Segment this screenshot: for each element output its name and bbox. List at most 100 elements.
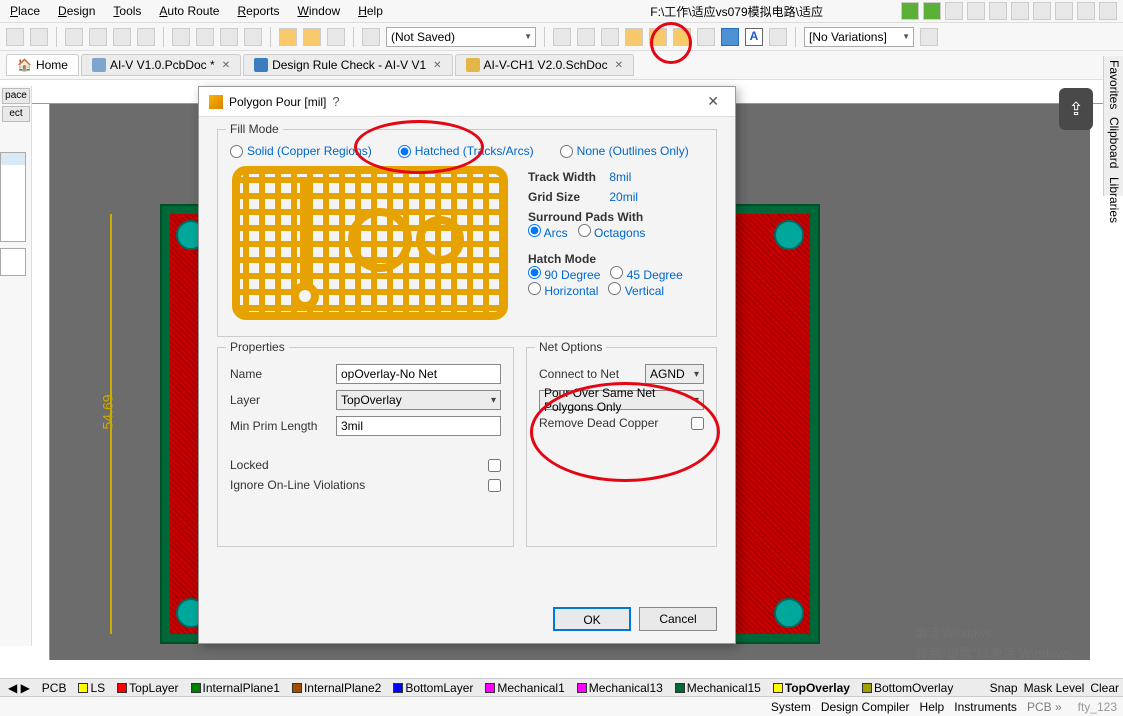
- toolbar-icon[interactable]: [1055, 2, 1073, 20]
- undo-icon[interactable]: [279, 28, 297, 46]
- toolbar-icon[interactable]: [1033, 2, 1051, 20]
- toolbar-icon[interactable]: [920, 28, 938, 46]
- radio-45[interactable]: 45 Degree: [610, 266, 682, 282]
- polygon-pour-icon[interactable]: [721, 28, 739, 46]
- panel-libraries[interactable]: Libraries: [1106, 177, 1121, 223]
- toolbar-icon[interactable]: [220, 28, 238, 46]
- toolbar-icon[interactable]: [137, 28, 155, 46]
- toolbar-icon[interactable]: [1011, 2, 1029, 20]
- polygon-icon: [209, 95, 223, 109]
- radio-octagons[interactable]: Octagons: [578, 224, 646, 240]
- layertab-m1[interactable]: Mechanical1: [481, 681, 568, 695]
- panel-favorites[interactable]: Favorites: [1106, 60, 1121, 109]
- toolbar-icon[interactable]: [65, 28, 83, 46]
- menu-reports[interactable]: Reports: [237, 4, 279, 18]
- close-icon[interactable]: ✕: [433, 60, 441, 71]
- ok-button[interactable]: OK: [553, 607, 631, 631]
- radio-none[interactable]: None (Outlines Only): [560, 144, 689, 158]
- radio-vert[interactable]: Vertical: [608, 282, 664, 298]
- layertab-m15[interactable]: Mechanical15: [671, 681, 765, 695]
- toolbar-icon[interactable]: [327, 28, 345, 46]
- panel-clipboard[interactable]: Clipboard: [1106, 117, 1121, 168]
- usb-device-icon[interactable]: ⇪: [1059, 88, 1093, 130]
- document-tabs: 🏠 Home AI-V V1.0.PcbDoc *✕ Design Rule C…: [0, 51, 1123, 80]
- variations-combo[interactable]: [No Variations]: [804, 27, 914, 47]
- select-rect-icon[interactable]: [172, 28, 190, 46]
- find-icon[interactable]: [362, 28, 380, 46]
- ignore-violations-checkbox[interactable]: [488, 479, 501, 492]
- panel-workspace[interactable]: pace: [2, 88, 30, 104]
- radio-hatched[interactable]: Hatched (Tracks/Arcs): [398, 144, 534, 158]
- toolbar-icon[interactable]: [553, 28, 571, 46]
- toolbar-icon[interactable]: [30, 28, 48, 46]
- tab-schdoc[interactable]: AI-V-CH1 V2.0.SchDoc✕: [455, 54, 634, 76]
- status-design-compiler[interactable]: Design Compiler: [821, 700, 910, 714]
- toolbar-icon[interactable]: [649, 28, 667, 46]
- min-prim-input[interactable]: [336, 416, 501, 436]
- toolbar-icon[interactable]: [196, 28, 214, 46]
- status-help[interactable]: Help: [920, 700, 945, 714]
- layertab-top[interactable]: TopLayer: [113, 681, 182, 695]
- tab-drc[interactable]: Design Rule Check - AI-V V1✕: [243, 54, 452, 76]
- toolbar-icon[interactable]: [967, 2, 985, 20]
- layertab-ip2[interactable]: InternalPlane2: [288, 681, 385, 695]
- status-snap[interactable]: Snap: [990, 681, 1018, 695]
- close-button[interactable]: ✕: [701, 93, 725, 110]
- radio-arcs[interactable]: Arcs: [528, 224, 568, 240]
- nav-fwd-icon[interactable]: [923, 2, 941, 20]
- layertab-ls[interactable]: LS: [74, 681, 109, 695]
- toolbar-icon[interactable]: [1099, 2, 1117, 20]
- track-width-value[interactable]: 8mil: [609, 170, 631, 184]
- connect-net-combo[interactable]: AGND: [645, 364, 704, 384]
- radio-solid[interactable]: Solid (Copper Regions): [230, 144, 372, 158]
- toolbar-icon[interactable]: [989, 2, 1007, 20]
- toolbar-icon[interactable]: [6, 28, 24, 46]
- close-icon[interactable]: ✕: [615, 60, 623, 71]
- cancel-button[interactable]: Cancel: [639, 607, 717, 631]
- radio-horiz[interactable]: Horizontal: [528, 282, 598, 298]
- layertab-m13[interactable]: Mechanical13: [573, 681, 667, 695]
- name-input[interactable]: [336, 364, 501, 384]
- toolbar-icon[interactable]: [673, 28, 691, 46]
- layertab-ip1[interactable]: InternalPlane1: [187, 681, 284, 695]
- pour-over-combo[interactable]: Pour Over Same Net Polygons Only: [539, 390, 704, 410]
- panel-project[interactable]: ect: [2, 106, 30, 122]
- remove-dead-copper-checkbox[interactable]: [691, 417, 704, 430]
- toolbar-icon[interactable]: [769, 28, 787, 46]
- menu-place[interactable]: Place: [10, 4, 40, 18]
- toolbar-icon[interactable]: [1077, 2, 1095, 20]
- redo-icon[interactable]: [303, 28, 321, 46]
- tab-home[interactable]: 🏠 Home: [6, 54, 79, 76]
- csdn-watermark: fty_123: [1078, 700, 1117, 714]
- help-icon[interactable]: ?: [326, 94, 345, 109]
- tab-pcbdoc[interactable]: AI-V V1.0.PcbDoc *✕: [81, 54, 241, 76]
- toolbar-icon[interactable]: [697, 28, 715, 46]
- status-instruments[interactable]: Instruments: [954, 700, 1017, 714]
- status-mask[interactable]: Mask Level: [1024, 681, 1085, 695]
- locked-checkbox[interactable]: [488, 459, 501, 472]
- toolbar-icon[interactable]: [625, 28, 643, 46]
- layer-combo[interactable]: TopOverlay: [336, 390, 501, 410]
- close-icon[interactable]: ✕: [222, 60, 230, 71]
- saved-state-combo[interactable]: (Not Saved): [386, 27, 536, 47]
- radio-90[interactable]: 90 Degree: [528, 266, 600, 282]
- layertab-bottomoverlay[interactable]: BottomOverlay: [858, 681, 957, 695]
- menu-design[interactable]: Design: [58, 4, 95, 18]
- toolbar-icon[interactable]: [89, 28, 107, 46]
- status-system[interactable]: System: [771, 700, 811, 714]
- status-clear[interactable]: Clear: [1090, 681, 1119, 695]
- toolbar-icon[interactable]: [601, 28, 619, 46]
- grid-size-value[interactable]: 20mil: [609, 190, 638, 204]
- menu-autoroute[interactable]: Auto Route: [159, 4, 219, 18]
- menu-window[interactable]: Window: [298, 4, 341, 18]
- layertab-pcb[interactable]: PCB: [38, 681, 71, 695]
- layertab-bottom[interactable]: BottomLayer: [389, 681, 477, 695]
- menu-help[interactable]: Help: [358, 4, 383, 18]
- nav-back-icon[interactable]: [901, 2, 919, 20]
- toolbar-icon[interactable]: [577, 28, 595, 46]
- toolbar-icon[interactable]: [945, 2, 963, 20]
- toolbar-icon[interactable]: [113, 28, 131, 46]
- toolbar-icon[interactable]: [244, 28, 262, 46]
- layertab-topoverlay[interactable]: TopOverlay: [769, 681, 854, 695]
- menu-tools[interactable]: Tools: [113, 4, 141, 18]
